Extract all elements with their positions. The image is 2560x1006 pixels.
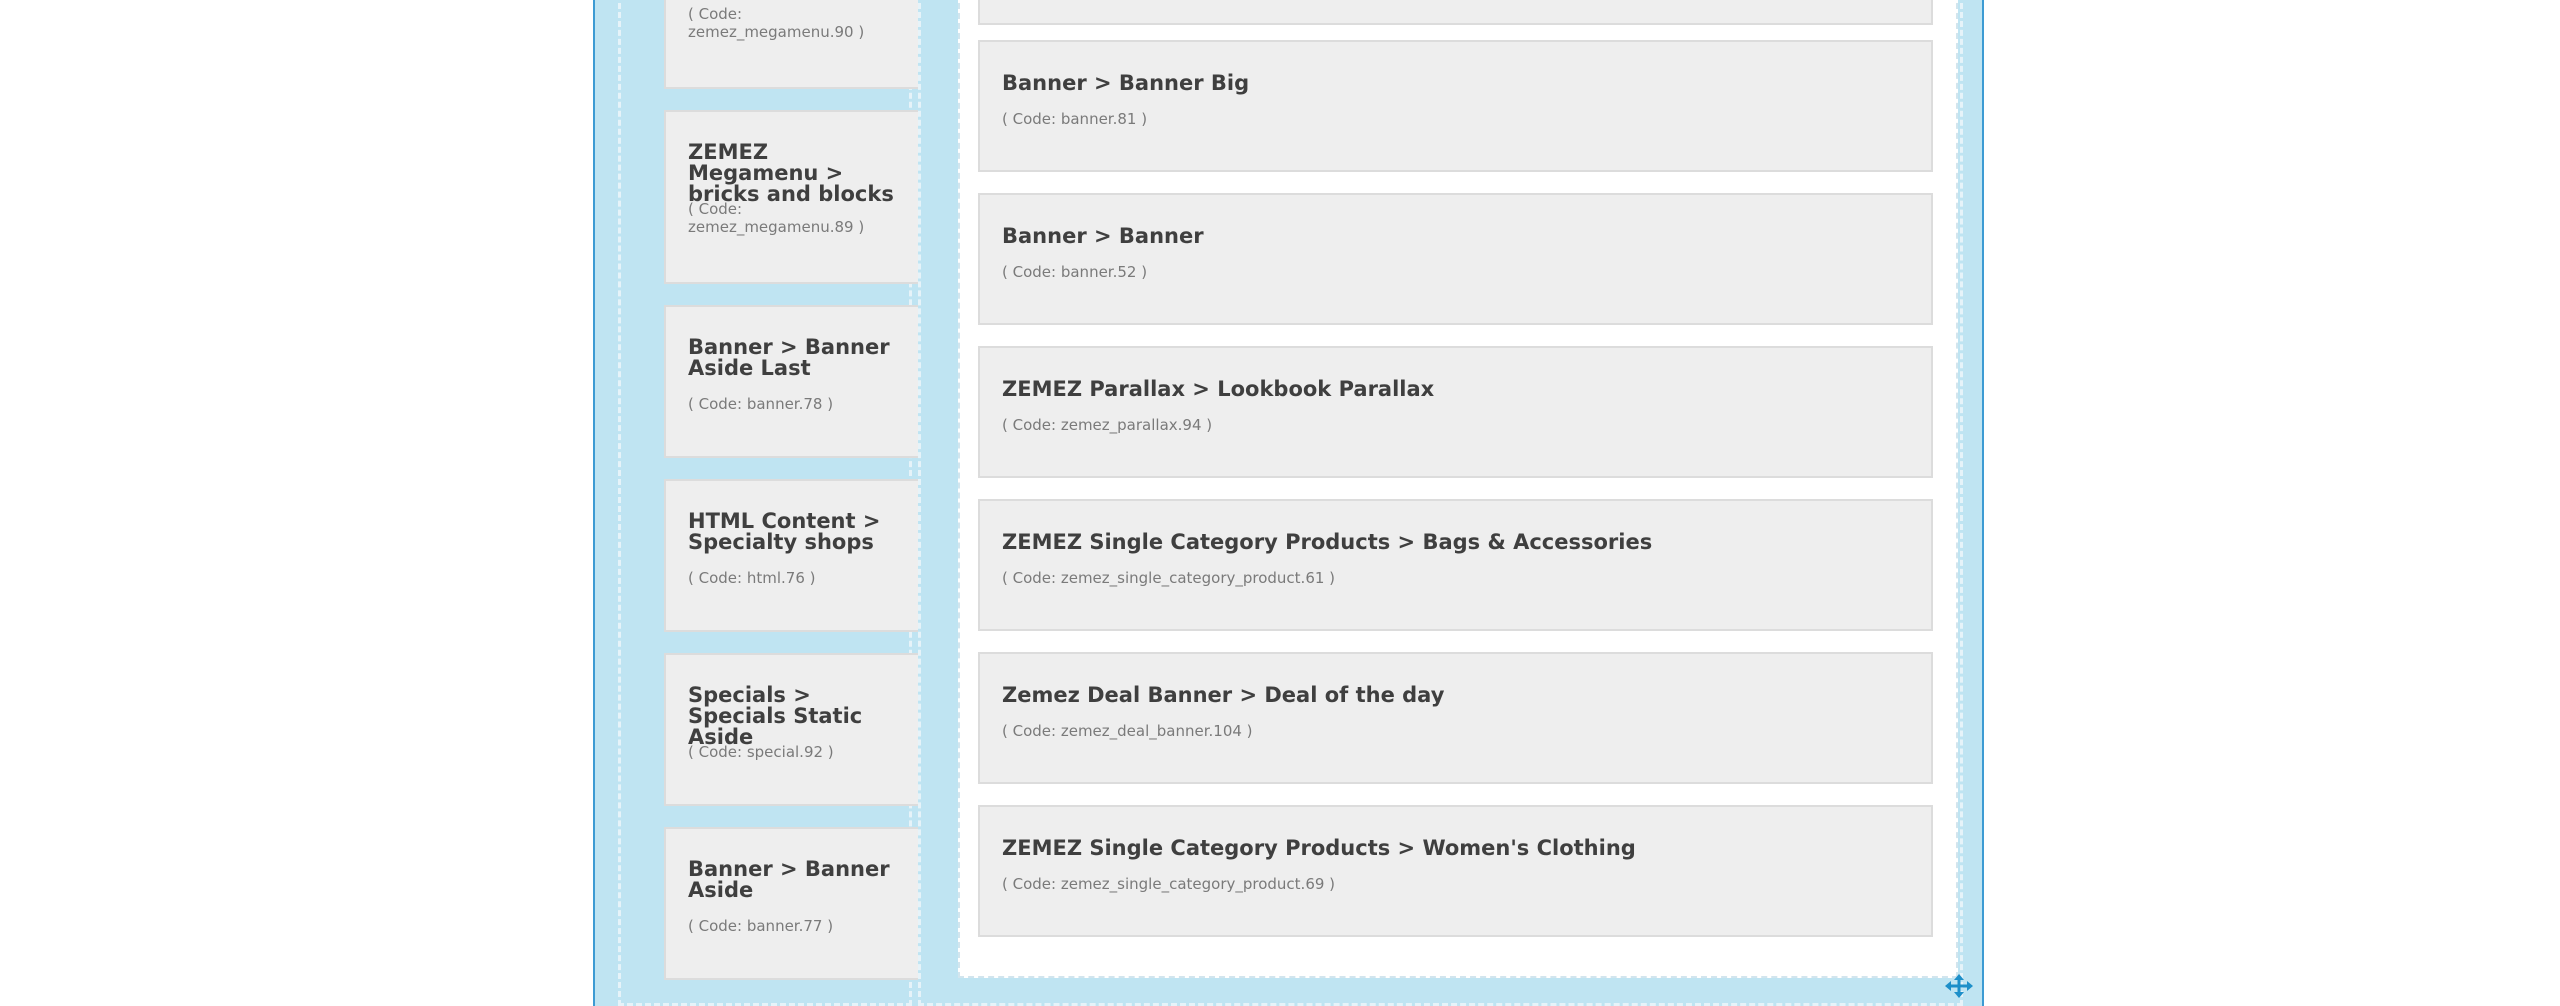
module-title: ZEMEZ Single Category Products > Bags & … [1002,530,1653,554]
layout-container: ( Code: zemez_megamenu.90 ) ZEMEZ Megame… [593,0,1984,1006]
module-code: ( Code: zemez_megamenu.90 ) [688,5,865,41]
module-card[interactable]: Zemez Deal Banner > Deal of the day ( Co… [978,652,1933,784]
module-title: Banner > Banner Aside [688,857,890,902]
module-title: ZEMEZ Single Category Products > Women's… [1002,836,1636,860]
module-title: Specials > Specials Static Aside [688,683,863,749]
module-card[interactable]: ( Code: zemez_megamenu.90 ) [664,0,924,89]
module-card[interactable]: ZEMEZ Single Category Products > Bags & … [978,499,1933,631]
main-column: Banner > Banner Big ( Code: banner.81 ) … [918,0,1963,1006]
main-content-area: Banner > Banner Big ( Code: banner.81 ) … [958,0,1958,978]
module-card[interactable]: Banner > Banner Aside Last ( Code: banne… [664,305,924,458]
module-card[interactable] [978,0,1933,25]
module-card[interactable]: Banner > Banner Aside ( Code: banner.77 … [664,827,924,980]
module-title: Banner > Banner [1002,224,1204,248]
module-code: ( Code: banner.81 ) [1002,110,1148,128]
module-card[interactable]: Banner > Banner ( Code: banner.52 ) [978,193,1933,325]
module-card[interactable]: Banner > Banner Big ( Code: banner.81 ) [978,40,1933,172]
module-title: Banner > Banner Big [1002,71,1250,95]
module-card[interactable]: ZEMEZ Megamenu > bricks and blocks ( Cod… [664,110,924,284]
module-title: Banner > Banner Aside Last [688,335,890,380]
module-code: ( Code: zemez_deal_banner.104 ) [1002,722,1253,740]
module-card[interactable]: Specials > Specials Static Aside ( Code:… [664,653,924,806]
left-column: ( Code: zemez_megamenu.90 ) ZEMEZ Megame… [618,0,924,1006]
module-code: ( Code: banner.78 ) [688,395,834,413]
module-card[interactable]: ZEMEZ Parallax > Lookbook Parallax ( Cod… [978,346,1933,478]
module-card[interactable]: HTML Content > Specialty shops ( Code: h… [664,479,924,632]
module-title: ZEMEZ Megamenu > bricks and blocks [688,140,894,206]
module-title: ZEMEZ Parallax > Lookbook Parallax [1002,377,1435,401]
module-code: ( Code: zemez_parallax.94 ) [1002,416,1213,434]
module-code: ( Code: banner.77 ) [688,917,834,935]
module-title: Zemez Deal Banner > Deal of the day [1002,683,1445,707]
module-code: ( Code: zemez_single_category_product.69… [1002,875,1336,893]
move-arrows-icon[interactable] [1944,974,1974,998]
module-code: ( Code: special.92 ) [688,743,834,761]
module-code: ( Code: banner.52 ) [1002,263,1148,281]
module-code: ( Code: zemez_single_category_product.61… [1002,569,1336,587]
module-title: HTML Content > Specialty shops [688,509,881,554]
module-code: ( Code: zemez_megamenu.89 ) [688,200,865,236]
module-card[interactable]: ZEMEZ Single Category Products > Women's… [978,805,1933,937]
module-code: ( Code: html.76 ) [688,569,816,587]
